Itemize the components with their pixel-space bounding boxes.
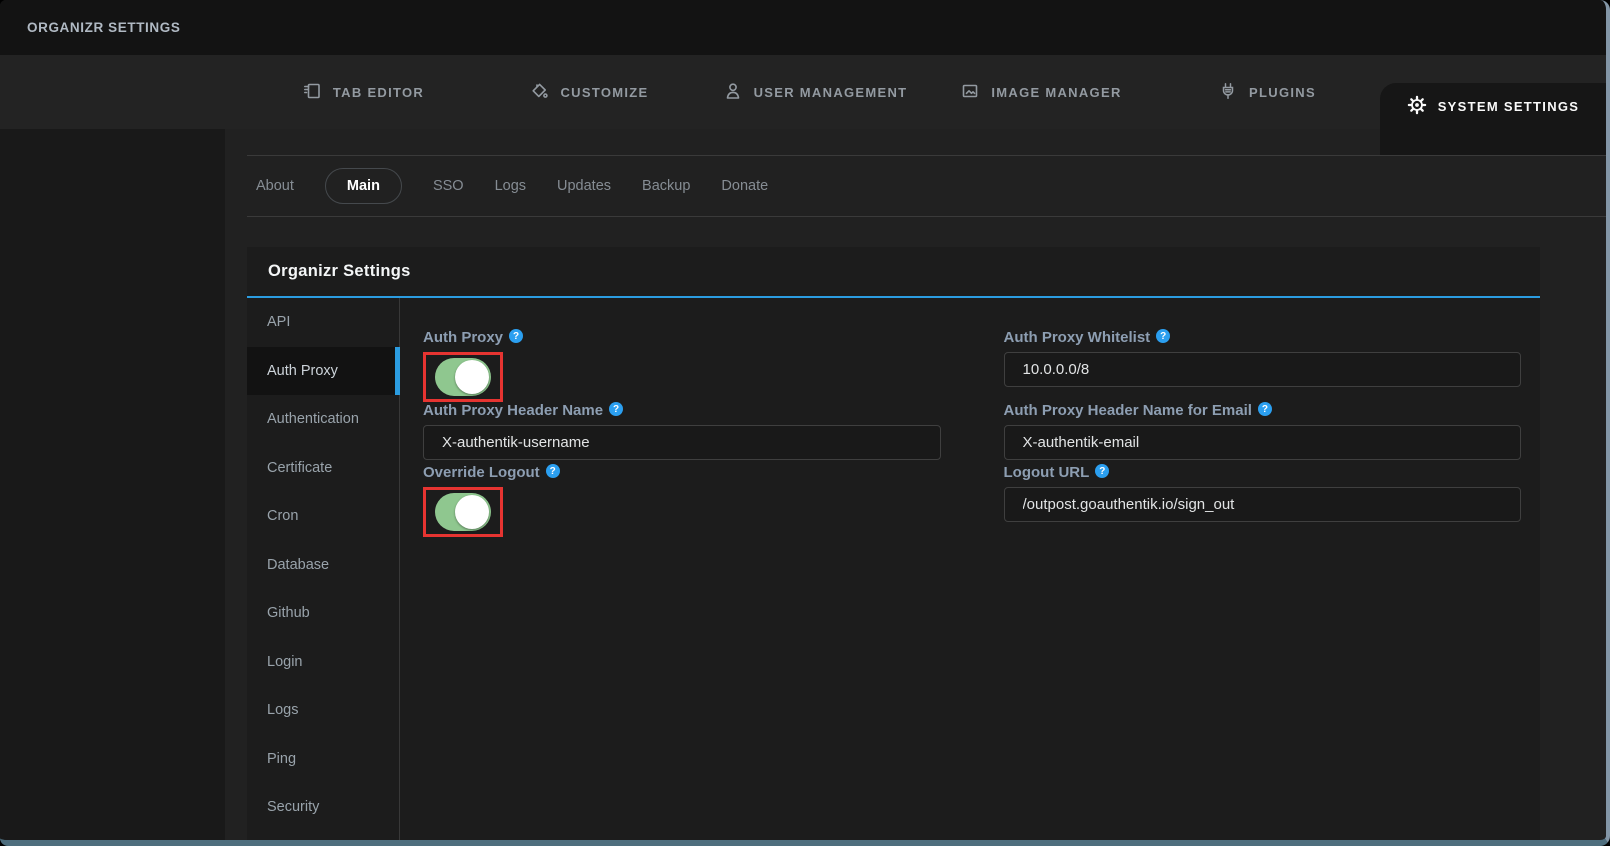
section-item-authentication[interactable]: Authentication — [247, 395, 399, 444]
settings-subtabs: About Main SSO Logs Updates Backup Donat… — [247, 155, 1606, 217]
tab-label: CUSTOMIZE — [560, 85, 648, 100]
main-nav-tabs: TAB EDITOR CUSTOMIZE USER MANAGEMENT — [0, 55, 1606, 129]
section-item-github[interactable]: Github — [247, 589, 399, 638]
subtab-about[interactable]: About — [256, 178, 294, 194]
section-item-auth-proxy[interactable]: Auth Proxy — [247, 347, 399, 396]
help-icon[interactable]: ? — [1156, 329, 1170, 343]
help-icon[interactable]: ? — [1095, 464, 1109, 478]
app-window: ORGANIZR SETTINGS TAB EDITOR CUSTOMIZE — [0, 0, 1610, 846]
tab-editor-icon — [302, 81, 322, 104]
section-item-certificate[interactable]: Certificate — [247, 444, 399, 493]
subtab-sso[interactable]: SSO — [433, 178, 464, 194]
subtab-backup[interactable]: Backup — [642, 178, 690, 194]
highlight-outline — [423, 352, 503, 402]
image-icon — [960, 81, 980, 104]
tab-plugins[interactable]: PLUGINS — [1154, 55, 1380, 129]
section-item-logs[interactable]: Logs — [247, 686, 399, 735]
override-logout-toggle-field: Override Logout ? — [423, 464, 941, 537]
left-sidebar-area — [0, 129, 225, 840]
user-icon — [723, 81, 743, 104]
help-icon[interactable]: ? — [509, 329, 523, 343]
auth-proxy-header-name-field: Auth Proxy Header Name ? — [423, 402, 941, 460]
highlight-outline — [423, 487, 503, 537]
section-item-api[interactable]: API — [247, 298, 399, 347]
toggle-knob — [455, 360, 489, 394]
section-item-login[interactable]: Login — [247, 638, 399, 687]
section-item-ping[interactable]: Ping — [247, 735, 399, 784]
top-app-bar: ORGANIZR SETTINGS — [0, 0, 1606, 55]
tab-label: USER MANAGEMENT — [754, 85, 908, 100]
subtab-main[interactable]: Main — [325, 168, 402, 204]
section-item-cron[interactable]: Cron — [247, 492, 399, 541]
auth-proxy-toggle-field: Auth Proxy ? — [423, 329, 941, 402]
settings-section-nav: API Auth Proxy Authentication Certificat… — [247, 298, 399, 846]
field-label: Auth Proxy Whitelist — [1004, 329, 1151, 346]
field-label: Auth Proxy — [423, 329, 503, 346]
gear-icon — [1407, 95, 1427, 118]
auth-proxy-form: Auth Proxy ? Auth Proxy Header Name — [399, 298, 1540, 846]
auth-proxy-toggle[interactable] — [435, 358, 491, 396]
auth-proxy-email-header-input[interactable] — [1004, 425, 1522, 460]
auth-proxy-email-header-field: Auth Proxy Header Name for Email ? — [1004, 402, 1522, 460]
subtab-logs[interactable]: Logs — [495, 178, 526, 194]
panel-title: Organizr Settings — [268, 262, 411, 281]
subtab-updates[interactable]: Updates — [557, 178, 611, 194]
plug-icon — [1218, 81, 1238, 104]
section-item-security[interactable]: Security — [247, 783, 399, 832]
paint-bucket-icon — [529, 81, 549, 104]
auth-proxy-whitelist-field: Auth Proxy Whitelist ? — [1004, 329, 1522, 387]
field-label: Auth Proxy Header Name — [423, 402, 603, 419]
field-label: Logout URL — [1004, 464, 1090, 481]
override-logout-toggle[interactable] — [435, 493, 491, 531]
tab-label: TAB EDITOR — [333, 85, 424, 100]
tab-image-manager[interactable]: IMAGE MANAGER — [928, 55, 1154, 129]
auth-proxy-header-name-input[interactable] — [423, 425, 941, 460]
tab-system-settings[interactable]: SYSTEM SETTINGS — [1380, 83, 1606, 129]
subtab-donate[interactable]: Donate — [721, 178, 768, 194]
help-icon[interactable]: ? — [546, 464, 560, 478]
tab-tab-editor[interactable]: TAB EDITOR — [250, 55, 476, 129]
tab-customize[interactable]: CUSTOMIZE — [476, 55, 702, 129]
page-title: ORGANIZR SETTINGS — [27, 20, 180, 35]
toggle-knob — [455, 495, 489, 529]
panel-header: Organizr Settings — [247, 247, 1540, 298]
help-icon[interactable]: ? — [1258, 402, 1272, 416]
auth-proxy-whitelist-input[interactable] — [1004, 352, 1522, 387]
section-item-database[interactable]: Database — [247, 541, 399, 590]
logout-url-input[interactable] — [1004, 487, 1522, 522]
field-label: Override Logout — [423, 464, 540, 481]
help-icon[interactable]: ? — [609, 402, 623, 416]
tab-label: IMAGE MANAGER — [991, 85, 1121, 100]
tab-user-management[interactable]: USER MANAGEMENT — [702, 55, 928, 129]
field-label: Auth Proxy Header Name for Email — [1004, 402, 1252, 419]
organizr-settings-panel: Organizr Settings API Auth Proxy Authent… — [247, 247, 1540, 846]
tab-label: SYSTEM SETTINGS — [1438, 99, 1580, 114]
tab-label: PLUGINS — [1249, 85, 1316, 100]
logout-url-field: Logout URL ? — [1004, 464, 1522, 522]
